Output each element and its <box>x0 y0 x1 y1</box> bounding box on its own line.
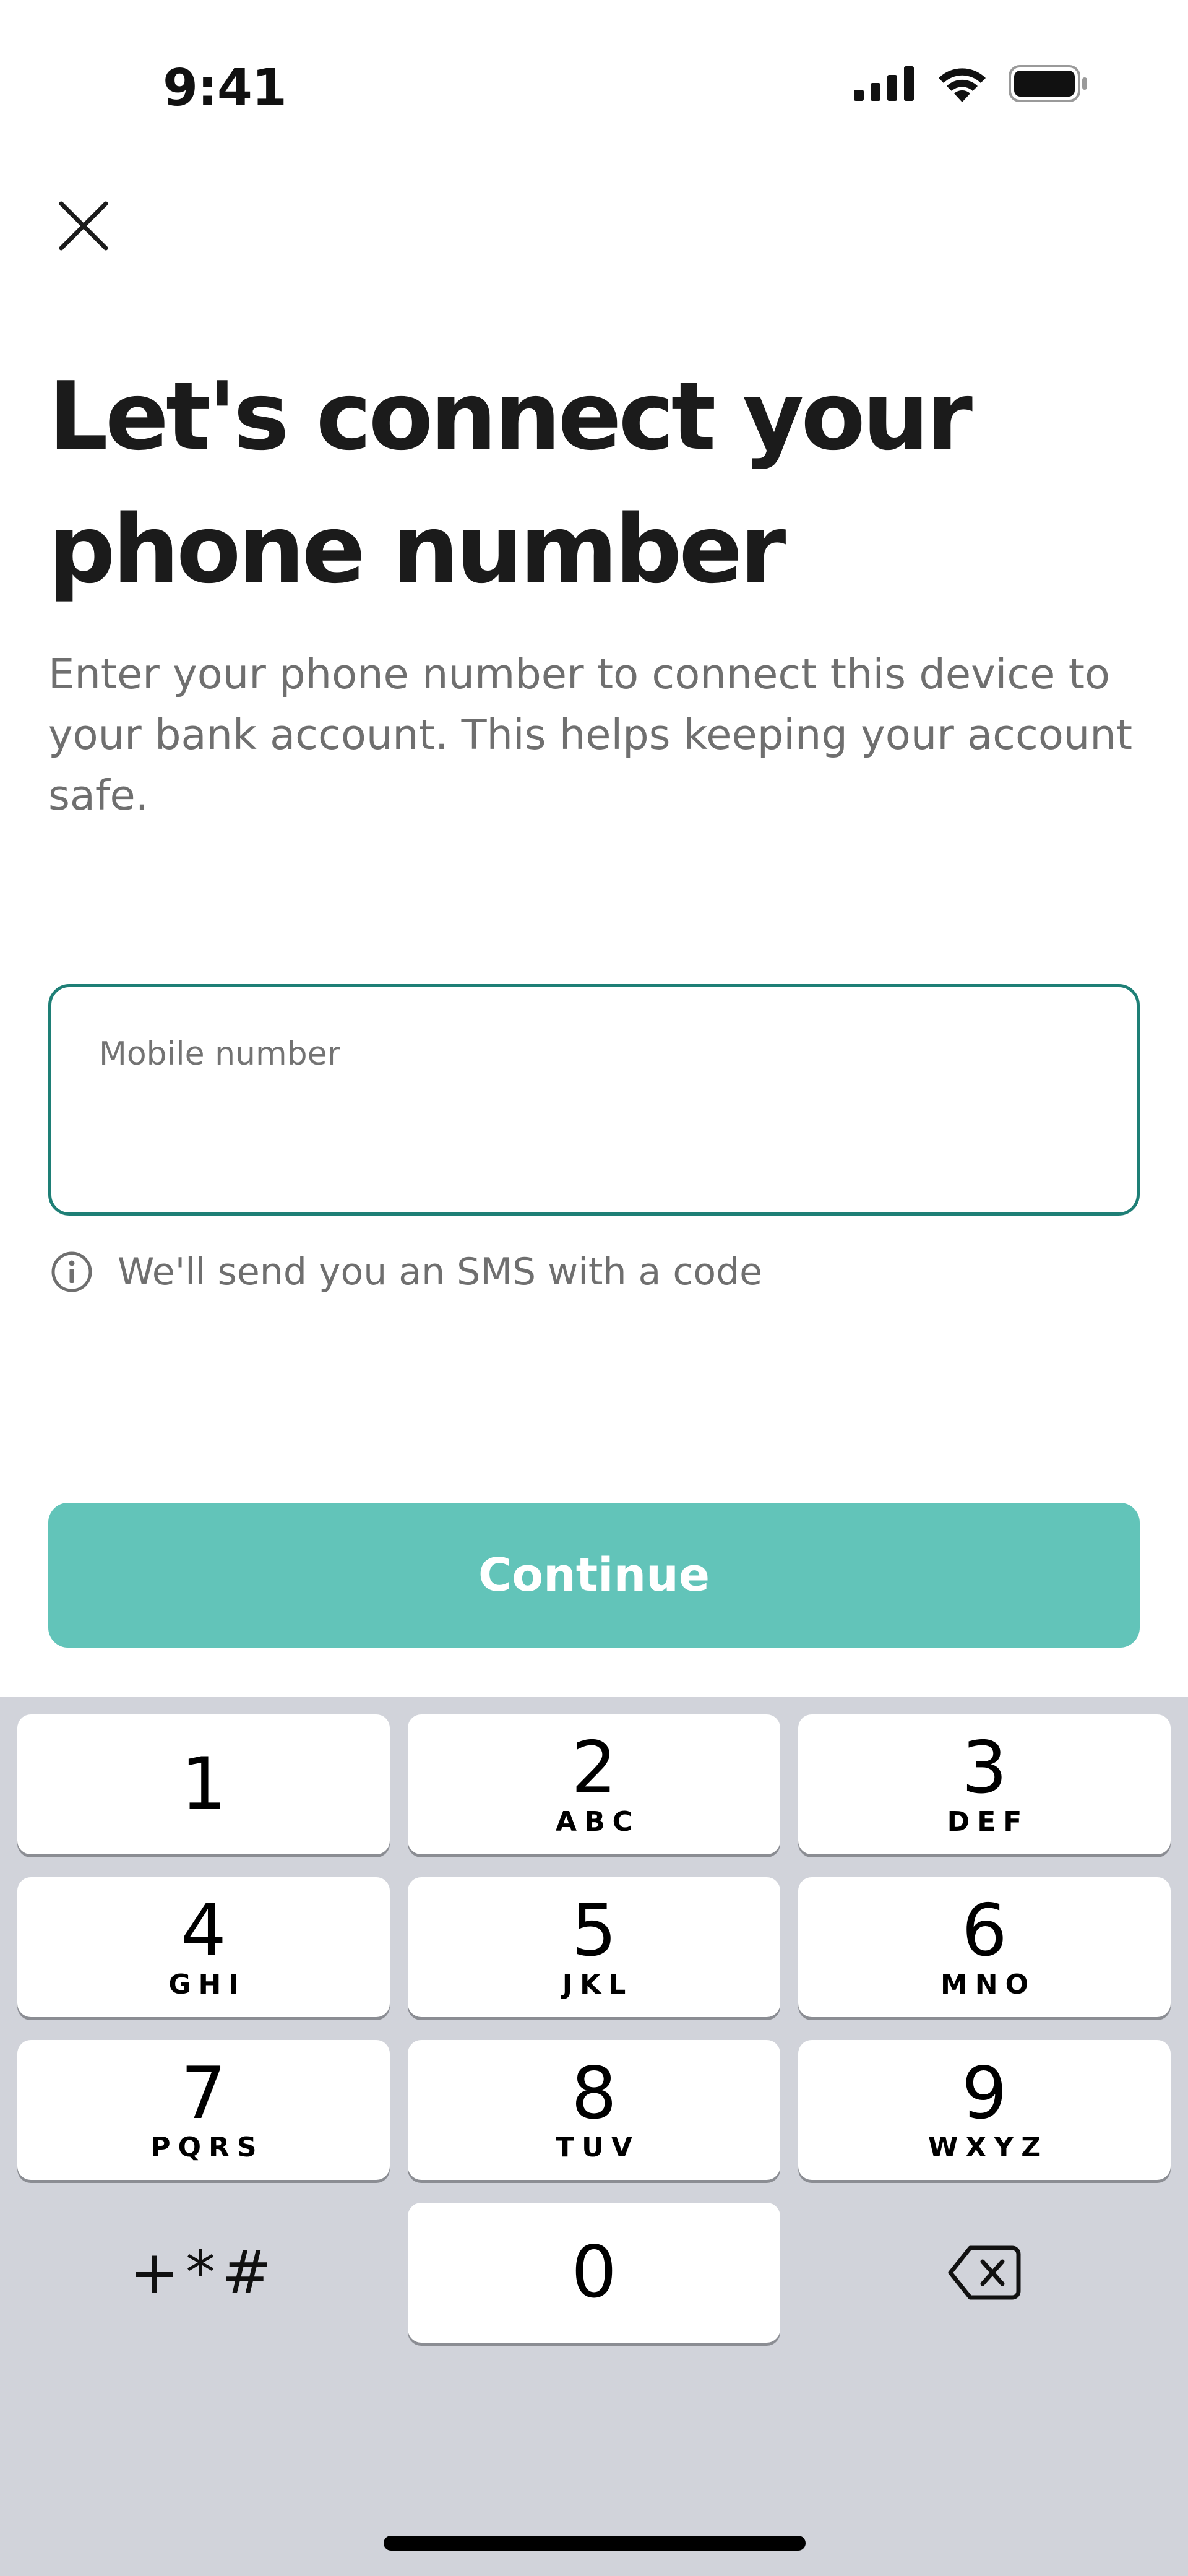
key-letters: JKL <box>562 1968 634 2000</box>
continue-button[interactable]: Continue <box>48 1503 1140 1648</box>
phone-connect-screen: 9:41 Let's connect your phone number Ent… <box>0 0 1188 2576</box>
key-2[interactable]: 2 ABC <box>408 1714 780 1854</box>
key-digit: 5 <box>571 1888 617 1973</box>
battery-icon <box>1009 65 1089 105</box>
key-4[interactable]: 4 GHI <box>17 1877 390 2017</box>
key-9[interactable]: 9 WXYZ <box>798 2040 1171 2180</box>
key-digit: 0 <box>571 2231 617 2314</box>
key-letters: GHI <box>168 1968 246 2000</box>
sms-hint-text: We'll send you an SMS with a code <box>118 1250 763 1294</box>
page-subtitle: Enter your phone number to connect this … <box>48 650 1133 819</box>
key-8[interactable]: 8 TUV <box>408 2040 780 2180</box>
key-digit: 4 <box>181 1888 226 1973</box>
key-6[interactable]: 6 MNO <box>798 1877 1171 2017</box>
key-3[interactable]: 3 DEF <box>798 1714 1171 1854</box>
key-digit: 9 <box>962 2051 1007 2135</box>
key-digit: 1 <box>181 1742 226 1826</box>
key-letters: WXYZ <box>928 2131 1049 2163</box>
key-letters: DEF <box>947 1805 1030 1838</box>
key-1[interactable]: 1 <box>17 1714 390 1854</box>
info-icon <box>51 1251 92 1292</box>
page-title: Let's connect your phone number <box>48 361 973 604</box>
key-digit: 8 <box>571 2051 617 2135</box>
key-digit: 3 <box>962 1726 1007 1810</box>
key-digit: 2 <box>571 1726 617 1810</box>
sms-hint: We'll send you an SMS with a code <box>51 1250 762 1294</box>
status-icons <box>854 65 1089 105</box>
key-letters: MNO <box>940 1968 1036 2000</box>
symbols-label: +*# <box>129 2238 278 2307</box>
key-letters: TUV <box>556 2131 640 2163</box>
key-digit: 7 <box>181 2051 226 2135</box>
close-icon <box>59 201 108 251</box>
mobile-number-input[interactable] <box>96 1092 1086 1167</box>
key-7[interactable]: 7 PQRS <box>17 2040 390 2180</box>
key-digit: 6 <box>962 1888 1007 1973</box>
home-indicator[interactable] <box>384 2536 806 2551</box>
mobile-number-label: Mobile number <box>99 1035 341 1073</box>
cellular-signal-icon <box>854 66 916 104</box>
backspace-icon <box>948 2245 1021 2300</box>
close-button[interactable] <box>53 195 114 257</box>
key-0[interactable]: 0 <box>408 2203 780 2343</box>
key-letters: ABC <box>556 1805 640 1838</box>
key-5[interactable]: 5 JKL <box>408 1877 780 2017</box>
wifi-icon <box>937 65 988 105</box>
key-symbols[interactable]: +*# <box>17 2203 390 2343</box>
key-delete[interactable] <box>798 2203 1171 2343</box>
numeric-keypad: 1 2 ABC 3 DEF 4 GHI 5 JKL 6 MNO 7 PQRS 8… <box>0 1697 1188 2576</box>
mobile-number-field[interactable]: Mobile number <box>48 984 1140 1216</box>
key-letters: PQRS <box>150 2131 264 2163</box>
status-time: 9:41 <box>163 59 287 118</box>
